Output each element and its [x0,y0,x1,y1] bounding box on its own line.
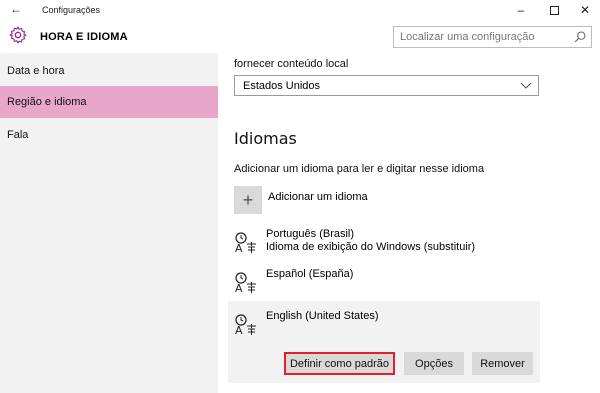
back-arrow-icon[interactable]: ← [10,2,22,16]
language-name: English (United States) [266,310,379,322]
svg-text:A: A [235,282,243,295]
country-select[interactable]: Estados Unidos [234,75,539,96]
languages-heading: Idiomas [234,129,297,148]
main-content: fornecer conteúdo local Estados Unidos I… [218,53,600,393]
gear-icon [9,26,27,44]
language-item-en-us: A English (United States) [234,310,539,340]
sidebar-item-region-language[interactable]: Região e idioma [0,86,218,118]
language-item-pt-br[interactable]: A Português (Brasil) Idioma de exibição … [234,228,539,260]
title-bar: ← Configurações – ✕ [0,0,600,20]
sidebar-item-label: Região e idioma [7,96,87,108]
language-name: Español (España) [266,268,354,280]
svg-text:A: A [235,324,243,337]
language-subtitle: Idioma de exibição do Windows (substitui… [266,241,476,253]
language-icon: A [235,314,256,337]
language-name: Português (Brasil) [266,228,355,240]
sidebar-item-speech[interactable]: Fala [0,119,218,151]
window-title: Configurações [42,5,101,15]
language-item-en-us-selected[interactable]: A English (United States) Definir como p… [228,301,540,383]
language-item-es-es[interactable]: A Español (España) [234,268,539,300]
sidebar: Data e hora Região e idioma Fala [0,53,218,393]
maximize-button[interactable] [537,0,571,20]
maximize-icon [549,5,559,15]
region-description-text: fornecer conteúdo local [234,58,349,70]
language-icon: A [235,232,256,255]
sidebar-item-label: Fala [7,129,29,141]
page-title: HORA E IDIOMA [40,31,128,43]
language-icon: A [235,272,256,295]
search-icon [574,31,586,43]
chevron-down-icon [520,82,532,89]
languages-description: Adicionar um idioma para ler e digitar n… [234,163,485,175]
country-select-value: Estados Unidos [243,80,321,92]
page-header: HORA E IDIOMA Localizar uma configuração [0,20,600,53]
plus-icon: + [234,186,262,214]
svg-text:A: A [235,242,243,255]
search-input[interactable]: Localizar uma configuração [393,26,592,48]
add-language-button[interactable]: + Adicionar um idioma [234,186,534,216]
minimize-button[interactable]: – [504,0,538,20]
search-placeholder: Localizar uma configuração [400,31,535,43]
close-button[interactable]: ✕ [568,0,600,20]
add-language-label: Adicionar um idioma [268,191,368,203]
remove-button[interactable]: Remover [472,352,533,375]
set-default-button[interactable]: Definir como padrão [284,352,395,375]
options-button[interactable]: Opções [404,352,464,375]
sidebar-item-label: Data e hora [7,65,65,77]
sidebar-item-date-time[interactable]: Data e hora [0,55,218,87]
